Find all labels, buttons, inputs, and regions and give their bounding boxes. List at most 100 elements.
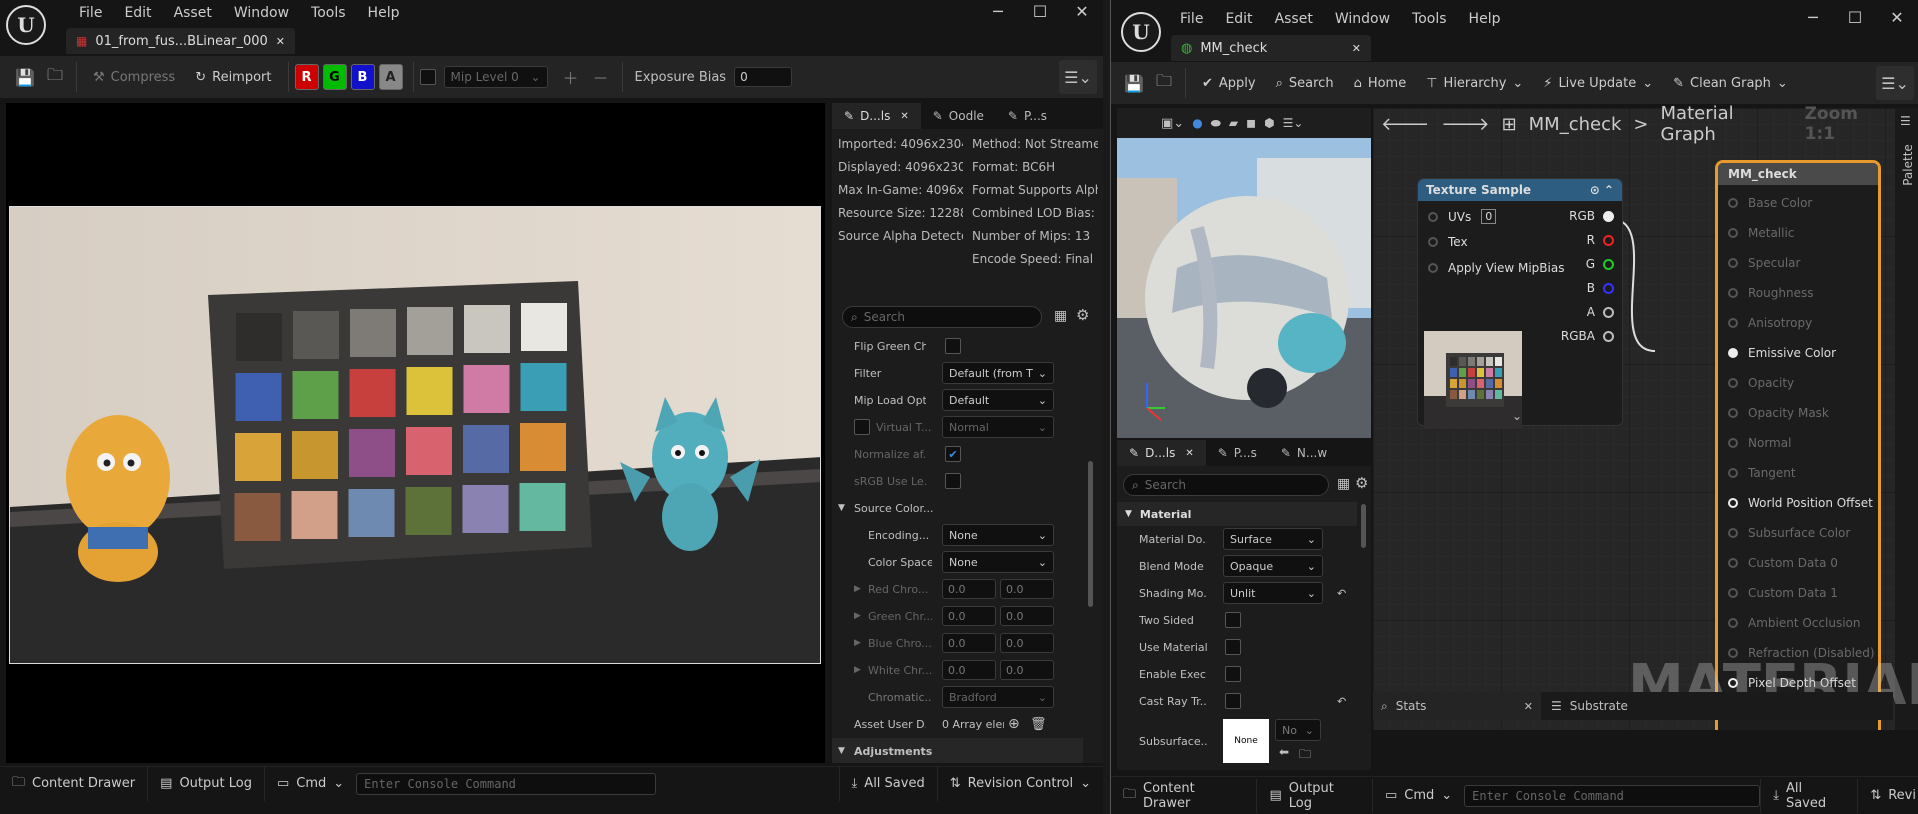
cmd-dropdown[interactable]: ▭ Cmd ⌄ [265,767,356,801]
mip-minus-icon[interactable]: － [586,62,616,92]
tab-close-icon[interactable]: ✕ [1524,700,1533,713]
preview-options-icon[interactable]: ☰⌄ [1283,116,1304,130]
material-input-pin[interactable]: World Position Offset [1728,493,1873,513]
minimize-icon[interactable]: ─ [1792,6,1834,30]
texture-viewport[interactable] [6,103,825,763]
material-details-scrollbar[interactable] [1361,504,1366,548]
browse-asset-icon[interactable]: 🗀 [40,62,70,92]
close-icon[interactable]: ✕ [1061,0,1103,24]
material-input-pin[interactable]: Normal [1728,433,1791,453]
details-tab-2[interactable]: ✎ N...w [1269,440,1339,466]
virtual-texture-dropdown[interactable]: Normal ⌄ [942,416,1054,438]
table-view-icon[interactable]: ▦ [1337,476,1350,492]
breadcrumb-graph[interactable]: Material Graph [1661,103,1793,145]
menu-help[interactable]: Help [357,5,411,21]
menu-file[interactable]: File [68,5,113,21]
normalize-checkbox[interactable]: ✔ [945,446,961,462]
material-input-pin[interactable]: Base Color [1728,193,1812,213]
menu-tools[interactable]: Tools [1401,11,1458,27]
material-output-node[interactable]: MM_check Base Color Metallic Specular Rough… [1628,160,1918,730]
content-drawer-button[interactable]: 🗀 Content Drawer [0,766,149,801]
material-input-pin[interactable]: Opacity [1728,373,1794,393]
search-button[interactable]: ⌕ Search [1266,68,1344,98]
material-input-pin[interactable]: Custom Data 0 [1728,553,1838,573]
texture-input-pin[interactable]: Tex [1428,235,1468,249]
chromatic-dropdown[interactable]: Bradford ⌄ [942,686,1054,708]
document-tab[interactable]: ◍ MM_check ✕ [1171,35,1371,61]
reset-arrow-icon[interactable]: ↶ [1337,695,1346,708]
red-x-input[interactable]: 0.0 [942,579,996,599]
green-y-input[interactable]: 0.0 [1000,606,1054,626]
live-update-button[interactable]: ⚡ Live Update ⌄ [1533,68,1663,98]
enable-exec-checkbox[interactable] [1225,666,1241,682]
tab-close-icon[interactable]: ✕ [900,111,908,122]
flip-green-checkbox[interactable] [945,338,961,354]
menu-tools[interactable]: Tools [300,5,357,21]
material-input-pin[interactable]: Opacity Mask [1728,403,1829,423]
tab-close-icon[interactable]: ✕ [1352,42,1361,55]
red-y-input[interactable]: 0.0 [1000,579,1054,599]
material-details-search[interactable]: ⌕ Search [1123,474,1329,496]
green-x-input[interactable]: 0.0 [942,606,996,626]
details-tab-1[interactable]: ✎ P...s [1206,440,1269,466]
sphere-icon[interactable]: ● [1192,116,1202,130]
details-tab-0[interactable]: ✎ D...ls ✕ [832,103,921,129]
white-x-input[interactable]: 0.0 [942,660,996,680]
texture-output-pin[interactable]: RGBA [1561,329,1614,343]
use-selected-icon[interactable]: ⬅ [1279,745,1289,759]
texture-output-pin[interactable]: RGB [1569,209,1614,223]
menu-window[interactable]: Window [1324,11,1401,27]
document-tab[interactable]: ▦ 01_from_fus...BLinear_000 ✕ [66,28,295,54]
srgb-checkbox[interactable] [945,473,961,489]
compress-button[interactable]: ⚒ Compress [83,62,185,92]
all-saved-button[interactable]: ⤓ All Saved [838,766,938,801]
blue-y-input[interactable]: 0.0 [1000,633,1054,653]
white-y-input[interactable]: 0.0 [1000,660,1054,680]
back-arrow-icon[interactable]: 🡐 [1381,114,1429,135]
console-input[interactable]: Enter Console Command [356,772,657,795]
home-button[interactable]: ⌂ Home [1344,68,1417,98]
channel-r-toggle[interactable]: R [294,64,319,90]
material-input-pin[interactable]: Refraction (Disabled) [1728,643,1875,663]
two-sided-checkbox[interactable] [1225,612,1241,628]
texture-input-pin[interactable]: Apply View MipBias [1428,261,1564,275]
apply-button[interactable]: ✔ Apply [1192,68,1266,98]
mip-checkbox[interactable] [419,69,436,85]
texture-output-pin[interactable]: B [1587,281,1614,295]
browse-asset-icon[interactable]: 🗀 [1149,68,1179,98]
shading-model-dropdown[interactable]: Unlit ⌄ [1223,582,1323,604]
content-drawer-button[interactable]: 🗀 Content Drawer [1111,778,1258,813]
reimport-button[interactable]: ↻ Reimport [185,62,281,92]
cmd-dropdown[interactable]: ▭ Cmd ⌄ [1373,779,1464,813]
adjustments-section[interactable]: ▼ Adjustments [832,738,1083,763]
clean-graph-button[interactable]: ✎ Clean Graph ⌄ [1663,68,1798,98]
cast-ray-checkbox[interactable] [1225,693,1241,709]
output-log-button[interactable]: ▤ Output Log [1257,778,1373,813]
material-input-pin[interactable]: Pixel Depth Offset [1728,673,1856,693]
material-input-pin[interactable]: Custom Data 1 [1728,583,1838,603]
output-log-button[interactable]: ▤ Output Log [148,766,265,801]
all-saved-button[interactable]: ⤓ All Saved [1760,778,1859,813]
channel-g-toggle[interactable]: G [322,64,347,90]
close-icon[interactable]: ✕ [1876,6,1918,30]
material-input-pin[interactable]: Metallic [1728,223,1794,243]
preview-toggle-icon[interactable]: ⊙ ⌃ [1590,183,1614,197]
use-material-checkbox[interactable] [1225,639,1241,655]
expand-arrow-icon[interactable]: ▶ [854,611,861,621]
blue-x-input[interactable]: 0.0 [942,633,996,653]
expand-chevron-icon[interactable]: ⌄ [1512,409,1522,423]
viewmode-icon[interactable]: ▣⌄ [1161,116,1184,131]
material-section[interactable]: ▼ Material [1117,502,1357,526]
uv-index-input[interactable]: 0 [1481,209,1497,224]
add-element-icon[interactable]: ⊕ [1008,716,1020,732]
reset-arrow-icon[interactable]: ↶ [1337,587,1346,600]
substrate-tab[interactable]: ☰ Substrate [1541,699,1638,713]
material-input-pin[interactable]: Tangent [1728,463,1796,483]
menu-edit[interactable]: Edit [1214,11,1263,27]
color-space-dropdown[interactable]: None ⌄ [942,551,1054,573]
filter-dropdown[interactable]: Default (from T ⌄ [942,362,1054,384]
trash-icon[interactable]: 🗑 [1030,717,1047,732]
menu-asset[interactable]: Asset [163,5,223,21]
material-input-pin[interactable]: Ambient Occlusion [1728,613,1860,633]
cube-icon[interactable]: ◼ [1246,116,1256,130]
